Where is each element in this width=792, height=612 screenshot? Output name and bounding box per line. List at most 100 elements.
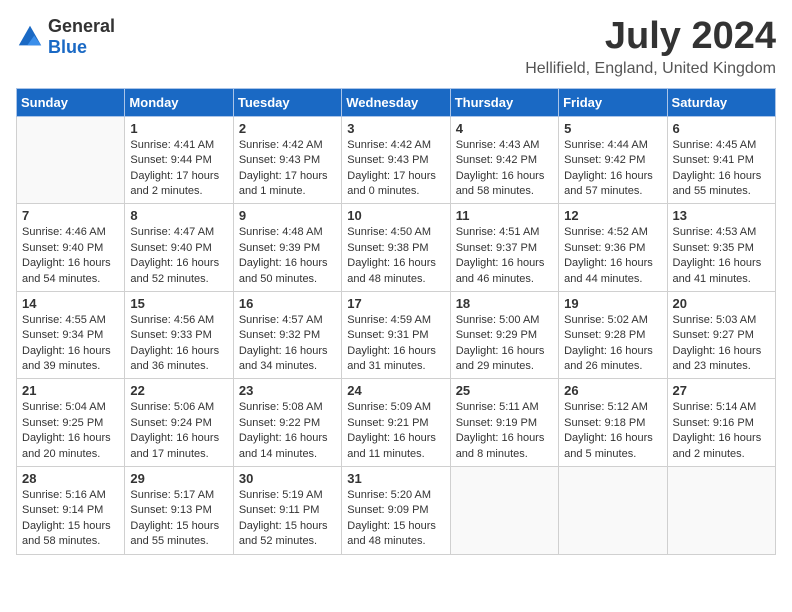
calendar-cell: 4Sunrise: 4:43 AM Sunset: 9:42 PM Daylig…	[450, 116, 558, 204]
day-header-saturday: Saturday	[667, 88, 775, 116]
day-info: Sunrise: 4:52 AM Sunset: 9:36 PM Dayligh…	[564, 225, 661, 287]
day-number: 4	[456, 121, 553, 136]
calendar-cell: 1 Sunrise: 4:41 AM Sunset: 9:44 PM Daylig…	[125, 116, 233, 204]
day-header-tuesday: Tuesday	[233, 88, 341, 116]
day-number: 6	[673, 121, 770, 136]
day-header-monday: Monday	[125, 88, 233, 116]
day-number: 14	[22, 296, 119, 311]
calendar-cell: 17 Sunrise: 4:59 AM Sunset: 9:31 PM Dayli…	[342, 291, 450, 379]
calendar-cell: 2Sunrise: 4:42 AM Sunset: 9:43 PM Daylig…	[233, 116, 341, 204]
day-info: Sunrise: 5:04 AM Sunset: 9:25 PM Dayligh…	[22, 400, 119, 462]
week-row-4: 21 Sunrise: 5:04 AM Sunset: 9:25 PM Dayli…	[17, 379, 776, 467]
calendar-cell: 31Sunrise: 5:20 AM Sunset: 9:09 PM Dayli…	[342, 467, 450, 555]
day-number: 8	[130, 208, 227, 223]
logo-blue: Blue	[48, 37, 87, 57]
calendar-cell	[559, 467, 667, 555]
day-info: Sunrise: 4:45 AM Sunset: 9:41 PM Dayligh…	[673, 138, 770, 200]
calendar-body: 1 Sunrise: 4:41 AM Sunset: 9:44 PM Daylig…	[17, 116, 776, 554]
day-number: 15	[130, 296, 227, 311]
calendar-cell: 30 Sunrise: 5:19 AM Sunset: 9:11 PM Dayli…	[233, 467, 341, 555]
week-row-2: 7 Sunrise: 4:46 AM Sunset: 9:40 PM Daylig…	[17, 204, 776, 292]
day-number: 16	[239, 296, 336, 311]
week-row-1: 1 Sunrise: 4:41 AM Sunset: 9:44 PM Daylig…	[17, 116, 776, 204]
day-number: 23	[239, 383, 336, 398]
calendar-table: SundayMondayTuesdayWednesdayThursdayFrid…	[16, 88, 776, 555]
calendar-cell: 25 Sunrise: 5:11 AM Sunset: 9:19 PM Dayli…	[450, 379, 558, 467]
calendar-cell: 11Sunrise: 4:51 AM Sunset: 9:37 PM Dayli…	[450, 204, 558, 292]
day-number: 27	[673, 383, 770, 398]
calendar-cell: 27 Sunrise: 5:14 AM Sunset: 9:16 PM Dayli…	[667, 379, 775, 467]
day-number: 13	[673, 208, 770, 223]
calendar-header: SundayMondayTuesdayWednesdayThursdayFrid…	[17, 88, 776, 116]
day-info: Sunrise: 4:41 AM Sunset: 9:44 PM Dayligh…	[130, 138, 227, 200]
calendar-cell: 9 Sunrise: 4:48 AM Sunset: 9:39 PM Daylig…	[233, 204, 341, 292]
calendar-cell: 13 Sunrise: 4:53 AM Sunset: 9:35 PM Dayli…	[667, 204, 775, 292]
day-info: Sunrise: 5:19 AM Sunset: 9:11 PM Dayligh…	[239, 488, 336, 550]
day-info: Sunrise: 5:12 AM Sunset: 9:18 PM Dayligh…	[564, 400, 661, 462]
title-area: July 2024 Hellifield, England, United Ki…	[525, 16, 776, 78]
day-number: 3	[347, 121, 444, 136]
day-number: 21	[22, 383, 119, 398]
day-number: 20	[673, 296, 770, 311]
calendar-cell: 6 Sunrise: 4:45 AM Sunset: 9:41 PM Daylig…	[667, 116, 775, 204]
calendar-cell	[450, 467, 558, 555]
week-row-3: 14Sunrise: 4:55 AM Sunset: 9:34 PM Dayli…	[17, 291, 776, 379]
day-info: Sunrise: 4:48 AM Sunset: 9:39 PM Dayligh…	[239, 225, 336, 287]
day-number: 7	[22, 208, 119, 223]
calendar-cell: 28Sunrise: 5:16 AM Sunset: 9:14 PM Dayli…	[17, 467, 125, 555]
calendar-cell: 29Sunrise: 5:17 AM Sunset: 9:13 PM Dayli…	[125, 467, 233, 555]
day-number: 28	[22, 471, 119, 486]
calendar-cell: 8 Sunrise: 4:47 AM Sunset: 9:40 PM Daylig…	[125, 204, 233, 292]
day-info: Sunrise: 4:42 AM Sunset: 9:43 PM Dayligh…	[239, 138, 336, 200]
day-info: Sunrise: 5:11 AM Sunset: 9:19 PM Dayligh…	[456, 400, 553, 462]
days-of-week-row: SundayMondayTuesdayWednesdayThursdayFrid…	[17, 88, 776, 116]
day-info: Sunrise: 4:50 AM Sunset: 9:38 PM Dayligh…	[347, 225, 444, 287]
day-info: Sunrise: 4:44 AM Sunset: 9:42 PM Dayligh…	[564, 138, 661, 200]
day-info: Sunrise: 4:57 AM Sunset: 9:32 PM Dayligh…	[239, 313, 336, 375]
day-number: 17	[347, 296, 444, 311]
logo: General Blue	[16, 16, 115, 58]
day-info: Sunrise: 5:06 AM Sunset: 9:24 PM Dayligh…	[130, 400, 227, 462]
month-title: July 2024	[525, 16, 776, 58]
calendar-cell	[17, 116, 125, 204]
day-header-thursday: Thursday	[450, 88, 558, 116]
day-info: Sunrise: 4:47 AM Sunset: 9:40 PM Dayligh…	[130, 225, 227, 287]
day-info: Sunrise: 5:09 AM Sunset: 9:21 PM Dayligh…	[347, 400, 444, 462]
day-number: 19	[564, 296, 661, 311]
location-title: Hellifield, England, United Kingdom	[525, 60, 776, 78]
day-number: 5	[564, 121, 661, 136]
calendar-cell: 24 Sunrise: 5:09 AM Sunset: 9:21 PM Dayli…	[342, 379, 450, 467]
day-number: 9	[239, 208, 336, 223]
day-info: Sunrise: 5:14 AM Sunset: 9:16 PM Dayligh…	[673, 400, 770, 462]
calendar-cell: 10Sunrise: 4:50 AM Sunset: 9:38 PM Dayli…	[342, 204, 450, 292]
day-number: 11	[456, 208, 553, 223]
day-number: 29	[130, 471, 227, 486]
calendar-cell: 12 Sunrise: 4:52 AM Sunset: 9:36 PM Dayli…	[559, 204, 667, 292]
calendar-cell: 22 Sunrise: 5:06 AM Sunset: 9:24 PM Dayli…	[125, 379, 233, 467]
calendar-cell: 20Sunrise: 5:03 AM Sunset: 9:27 PM Dayli…	[667, 291, 775, 379]
day-info: Sunrise: 4:46 AM Sunset: 9:40 PM Dayligh…	[22, 225, 119, 287]
day-info: Sunrise: 5:00 AM Sunset: 9:29 PM Dayligh…	[456, 313, 553, 375]
calendar-cell: 14Sunrise: 4:55 AM Sunset: 9:34 PM Dayli…	[17, 291, 125, 379]
day-header-friday: Friday	[559, 88, 667, 116]
day-info: Sunrise: 4:53 AM Sunset: 9:35 PM Dayligh…	[673, 225, 770, 287]
day-info: Sunrise: 5:02 AM Sunset: 9:28 PM Dayligh…	[564, 313, 661, 375]
calendar-cell	[667, 467, 775, 555]
calendar-cell: 18Sunrise: 5:00 AM Sunset: 9:29 PM Dayli…	[450, 291, 558, 379]
day-header-wednesday: Wednesday	[342, 88, 450, 116]
day-info: Sunrise: 4:59 AM Sunset: 9:31 PM Dayligh…	[347, 313, 444, 375]
day-info: Sunrise: 4:56 AM Sunset: 9:33 PM Dayligh…	[130, 313, 227, 375]
day-number: 25	[456, 383, 553, 398]
day-number: 30	[239, 471, 336, 486]
calendar-cell: 5 Sunrise: 4:44 AM Sunset: 9:42 PM Daylig…	[559, 116, 667, 204]
day-number: 12	[564, 208, 661, 223]
day-number: 26	[564, 383, 661, 398]
week-row-5: 28Sunrise: 5:16 AM Sunset: 9:14 PM Dayli…	[17, 467, 776, 555]
day-number: 24	[347, 383, 444, 398]
calendar-cell: 21 Sunrise: 5:04 AM Sunset: 9:25 PM Dayli…	[17, 379, 125, 467]
day-number: 31	[347, 471, 444, 486]
calendar-cell: 23Sunrise: 5:08 AM Sunset: 9:22 PM Dayli…	[233, 379, 341, 467]
day-number: 22	[130, 383, 227, 398]
day-number: 1	[130, 121, 227, 136]
calendar-cell: 7 Sunrise: 4:46 AM Sunset: 9:40 PM Daylig…	[17, 204, 125, 292]
